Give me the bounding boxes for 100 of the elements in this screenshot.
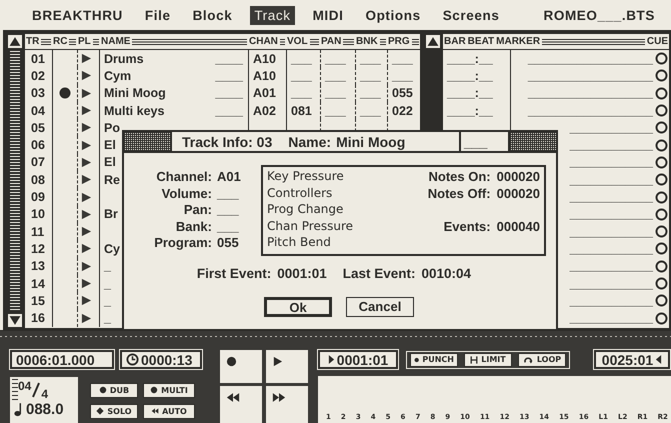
play-icon[interactable] <box>81 70 92 82</box>
play-icon <box>272 356 283 367</box>
play-icon[interactable] <box>81 140 92 151</box>
record-mode-button[interactable]: LOOP <box>518 352 566 366</box>
menu-item[interactable]: BREAKTHRU <box>28 6 127 24</box>
track-name[interactable]: Br <box>104 207 118 222</box>
mode-button[interactable]: SOLO <box>90 404 138 418</box>
dot-icon <box>150 386 158 394</box>
play-icon[interactable] <box>81 122 92 134</box>
menu-item[interactable]: Options <box>361 6 425 24</box>
column-header: BNK <box>355 36 379 47</box>
dialog-button[interactable]: Ok <box>264 296 332 316</box>
table-cell: A01 <box>253 86 276 100</box>
track-name[interactable]: _ <box>104 311 111 326</box>
right-locator[interactable]: 0025:01 <box>594 350 670 369</box>
play-icon[interactable] <box>81 192 92 203</box>
scroll-up-icon[interactable] <box>426 35 440 48</box>
track-number: 09 <box>30 189 46 206</box>
record-dot-icon <box>59 87 71 100</box>
table-cell: ____ <box>215 104 243 118</box>
table-cell: ___ <box>360 52 381 66</box>
play-icon[interactable] <box>81 295 92 306</box>
play-icon[interactable] <box>81 208 92 220</box>
track-name[interactable]: Drums <box>104 52 144 66</box>
play-button[interactable] <box>266 350 308 383</box>
track-number: 14 <box>30 276 46 292</box>
cue-circle-icon[interactable] <box>654 52 668 66</box>
play-icon[interactable] <box>81 53 92 64</box>
track-name[interactable]: Multi keys <box>104 104 164 118</box>
cue-circle-icon[interactable] <box>654 208 668 221</box>
menu-item[interactable]: File <box>140 6 175 24</box>
menu-item[interactable]: Screens <box>438 6 504 24</box>
count-label: Notes On: <box>428 169 491 186</box>
track-name[interactable]: _ <box>104 294 111 308</box>
tempo-value[interactable]: 088.0 <box>26 401 64 418</box>
cue-circle-icon[interactable] <box>654 69 668 82</box>
cue-circle-icon[interactable] <box>654 225 668 238</box>
track-name[interactable]: Re <box>104 172 120 187</box>
cue-circle-icon[interactable] <box>654 277 668 290</box>
play-icon[interactable] <box>81 174 92 186</box>
cue-circle-icon[interactable] <box>654 86 668 100</box>
menu-item[interactable]: Block <box>188 6 236 24</box>
track-name[interactable]: El <box>104 155 116 170</box>
left-locator[interactable]: 0001:01 <box>318 350 398 369</box>
cue-circle-icon[interactable] <box>654 156 668 169</box>
play-icon[interactable] <box>81 88 92 99</box>
scroll-up-icon[interactable] <box>8 35 22 48</box>
mode-button[interactable]: AUTO <box>143 404 195 418</box>
track-name[interactable]: El <box>104 138 116 152</box>
play-icon[interactable] <box>81 312 92 324</box>
scrollbar[interactable] <box>5 34 25 328</box>
cue-circle-icon[interactable] <box>654 190 668 204</box>
track-name[interactable]: Cym <box>104 68 132 83</box>
mode-button[interactable]: MULTI <box>143 382 195 398</box>
range-label: First Event: <box>196 266 272 280</box>
column-header: RC <box>52 36 68 47</box>
marker-name: ____________ <box>570 276 653 290</box>
scroll-down-icon[interactable] <box>8 314 22 327</box>
range-value: 0001:01 <box>277 266 327 280</box>
title-bar-grip[interactable] <box>124 132 172 151</box>
table-cell: ___ <box>360 68 381 83</box>
cue-circle-icon[interactable] <box>654 294 668 308</box>
marker-name: ____________ <box>570 207 653 222</box>
menu-item[interactable]: MIDI <box>308 6 348 24</box>
dialog-button[interactable]: Cancel <box>346 296 414 316</box>
track-name[interactable]: Po <box>104 120 120 135</box>
play-icon[interactable] <box>81 278 92 289</box>
cue-circle-icon[interactable] <box>654 260 668 273</box>
cue-circle-icon[interactable] <box>654 312 668 325</box>
play-icon[interactable] <box>81 260 92 272</box>
record-mode-button[interactable]: PUNCH <box>410 352 458 366</box>
cue-circle-icon[interactable] <box>654 242 668 256</box>
menu-item[interactable]: Track <box>250 6 295 24</box>
table-cell: ____ <box>215 86 243 100</box>
title-bar-grip[interactable] <box>508 132 556 151</box>
fast-forward-icon <box>272 392 286 403</box>
table-cell: ___ <box>392 52 413 66</box>
play-icon[interactable] <box>81 105 92 116</box>
cue-circle-icon[interactable] <box>654 173 668 186</box>
count-value: 000020 <box>496 186 540 202</box>
play-icon[interactable] <box>81 243 92 254</box>
mode-button[interactable]: DUB <box>90 382 138 398</box>
track-number: 04 <box>30 102 46 120</box>
fast-forward-button[interactable] <box>266 386 308 423</box>
table-cell: 022 <box>392 104 413 118</box>
track-name[interactable]: _ <box>104 276 111 290</box>
track-name[interactable]: Mini Moog <box>104 86 166 100</box>
dot-icon <box>414 356 420 364</box>
cue-circle-icon[interactable] <box>654 138 668 152</box>
play-icon[interactable] <box>81 226 92 238</box>
rewind-button[interactable] <box>220 386 262 423</box>
track-name[interactable]: _ <box>104 259 111 274</box>
table-cell: ___ <box>325 86 346 100</box>
cue-circle-icon[interactable] <box>654 104 668 118</box>
cue-circle-icon[interactable] <box>654 121 668 134</box>
marker-name: __________________ <box>528 104 653 118</box>
record-button[interactable] <box>220 350 262 383</box>
track-name[interactable]: Cy <box>104 242 120 256</box>
record-mode-button[interactable]: LIMIT <box>464 352 512 366</box>
play-icon[interactable] <box>81 156 92 168</box>
